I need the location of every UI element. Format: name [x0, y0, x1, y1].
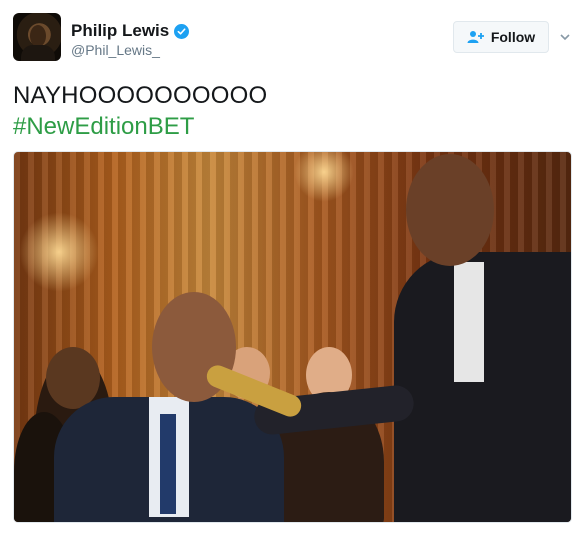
tweet-text: NAYHOOOOOOOOOO #NewEditionBET: [13, 80, 267, 142]
follow-button-label: Follow: [490, 29, 536, 45]
hashtag-link[interactable]: #NewEditionBET: [13, 111, 267, 142]
performer-shirt: [454, 262, 484, 382]
crowd-person-head: [46, 347, 100, 409]
author-name-row[interactable]: Philip Lewis: [71, 21, 190, 41]
tweet-photo[interactable]: [13, 151, 572, 523]
avatar[interactable]: [13, 13, 61, 61]
add-user-icon: [467, 31, 484, 43]
tweet-card: Philip Lewis @Phil_Lewis_ Follow NAYHOOO…: [0, 0, 585, 538]
author-handle[interactable]: @Phil_Lewis_: [71, 42, 160, 58]
follow-button[interactable]: Follow: [453, 21, 549, 53]
author-display-name[interactable]: Philip Lewis: [71, 21, 169, 41]
verified-badge-icon: [174, 23, 190, 39]
tweet-text-body: NAYHOOOOOOOOOO: [13, 82, 268, 109]
singer-tie: [160, 414, 176, 514]
chevron-down-icon[interactable]: [559, 31, 571, 43]
performer-head: [406, 154, 494, 266]
chandelier-light: [19, 212, 99, 292]
